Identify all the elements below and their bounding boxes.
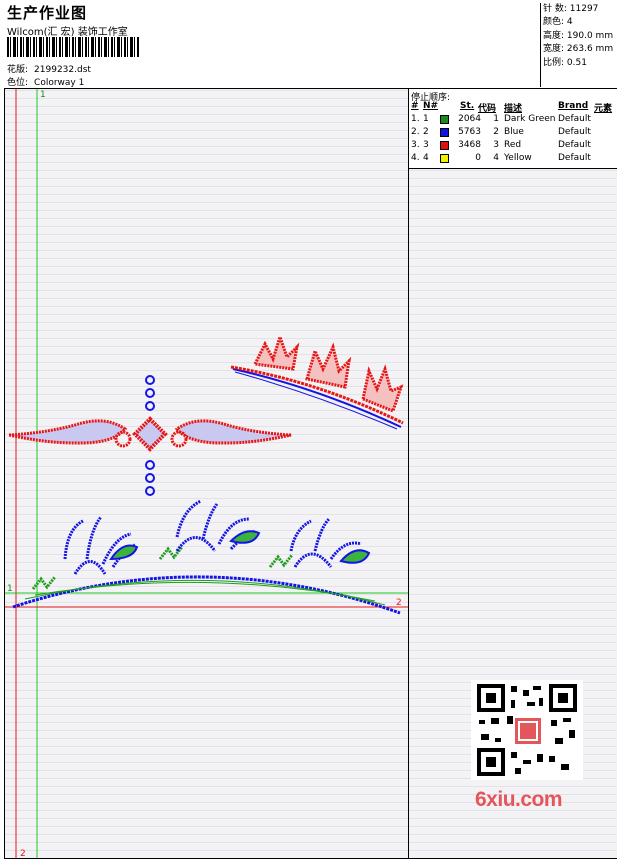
row-stitches: 2064 xyxy=(458,114,481,124)
row-code: 3 xyxy=(493,140,499,150)
row-stitches: 5763 xyxy=(458,127,481,137)
col-index: # xyxy=(411,101,419,111)
studio-name: Wilcom(汇 宏) 装饰工作室 xyxy=(7,27,128,38)
stop-row: 1. 1 2064 1 Dark Green Default xyxy=(409,114,617,127)
row-code: 1 xyxy=(493,114,499,124)
ratio-row: 比例: 0.51 xyxy=(543,57,587,68)
height-value: 190.0 mm xyxy=(566,30,614,41)
row-brand: Default xyxy=(558,127,591,137)
row-number: 4 xyxy=(423,153,429,163)
colors-row: 颜色: 4 xyxy=(543,17,573,28)
row-number: 3 xyxy=(423,140,429,150)
design-file-label: 花版: xyxy=(7,65,29,75)
motif-upper-right xyxy=(230,332,404,430)
row-index: 2. xyxy=(411,127,420,137)
stop-sequence-table: 停止顺序: # N# St. 代码 描述 Brand 元素 1. 1 2064 1 Da… xyxy=(409,89,617,169)
colorway-row: 色位: Colorway 1 xyxy=(7,75,84,88)
colorway-label: 色位: xyxy=(7,78,29,88)
design-summary: 针 数: 11297 颜色: 4 高度: 190.0 mm 宽度: 263.6 … xyxy=(540,3,618,87)
design-file-row: 花版: 2199232.dst xyxy=(7,62,91,75)
motif-lower-arc xyxy=(12,499,401,615)
embroidery-preview: 1 2 1 2 xyxy=(5,89,408,858)
width-row: 宽度: 263.6 mm xyxy=(543,44,614,55)
row-code: 4 xyxy=(493,153,499,163)
guide-label-h2: 2 xyxy=(396,598,402,608)
row-description: Yellow xyxy=(504,153,532,163)
row-index: 3. xyxy=(411,140,420,150)
colors-value: 4 xyxy=(566,17,573,28)
motif-center-ornament xyxy=(8,375,292,496)
qr-code-icon xyxy=(477,684,577,776)
row-stitches: 3468 xyxy=(458,140,481,150)
row-description: Red xyxy=(504,140,522,150)
stitches-row: 针 数: 11297 xyxy=(543,4,599,14)
row-brand: Default xyxy=(558,153,591,163)
stitches-value: 11297 xyxy=(569,4,599,14)
col-code: 代码 xyxy=(478,104,497,114)
site-watermark: 6xiu.com xyxy=(475,788,563,811)
col-element: 元素 xyxy=(594,104,613,114)
col-brand: Brand xyxy=(558,101,589,111)
color-swatch xyxy=(440,128,449,137)
guide-label-h1: 1 xyxy=(7,584,13,594)
row-number: 1 xyxy=(423,114,429,124)
row-index: 1. xyxy=(411,114,420,124)
row-brand: Default xyxy=(558,114,591,124)
qr-code xyxy=(471,680,583,780)
barcode xyxy=(7,37,140,57)
row-description: Dark Green xyxy=(504,114,556,124)
colorway-value: Colorway 1 xyxy=(34,78,85,88)
ratio-value: 0.51 xyxy=(566,57,587,68)
page-title: 生产作业图 xyxy=(7,4,88,22)
row-index: 4. xyxy=(411,153,420,163)
guide-label-v1: 1 xyxy=(40,90,46,100)
color-swatch xyxy=(440,154,449,163)
height-row: 高度: 190.0 mm xyxy=(543,30,614,41)
row-stitches: 0 xyxy=(475,153,481,163)
col-description: 描述 xyxy=(504,104,523,114)
guide-label-v2: 2 xyxy=(20,849,26,858)
design-file-value: 2199232.dst xyxy=(34,65,91,75)
width-value: 263.6 mm xyxy=(566,44,614,55)
row-number: 2 xyxy=(423,127,429,137)
col-stitches: St. xyxy=(460,101,475,111)
stop-row: 4. 4 0 4 Yellow Default xyxy=(409,153,617,166)
row-code: 2 xyxy=(493,127,499,137)
row-description: Blue xyxy=(504,127,524,137)
col-number: N# xyxy=(423,101,439,111)
color-swatch xyxy=(440,115,449,124)
stop-row: 3. 3 3468 3 Red Default xyxy=(409,140,617,153)
stop-row: 2. 2 5763 2 Blue Default xyxy=(409,127,617,140)
color-swatch xyxy=(440,141,449,150)
row-brand: Default xyxy=(558,140,591,150)
